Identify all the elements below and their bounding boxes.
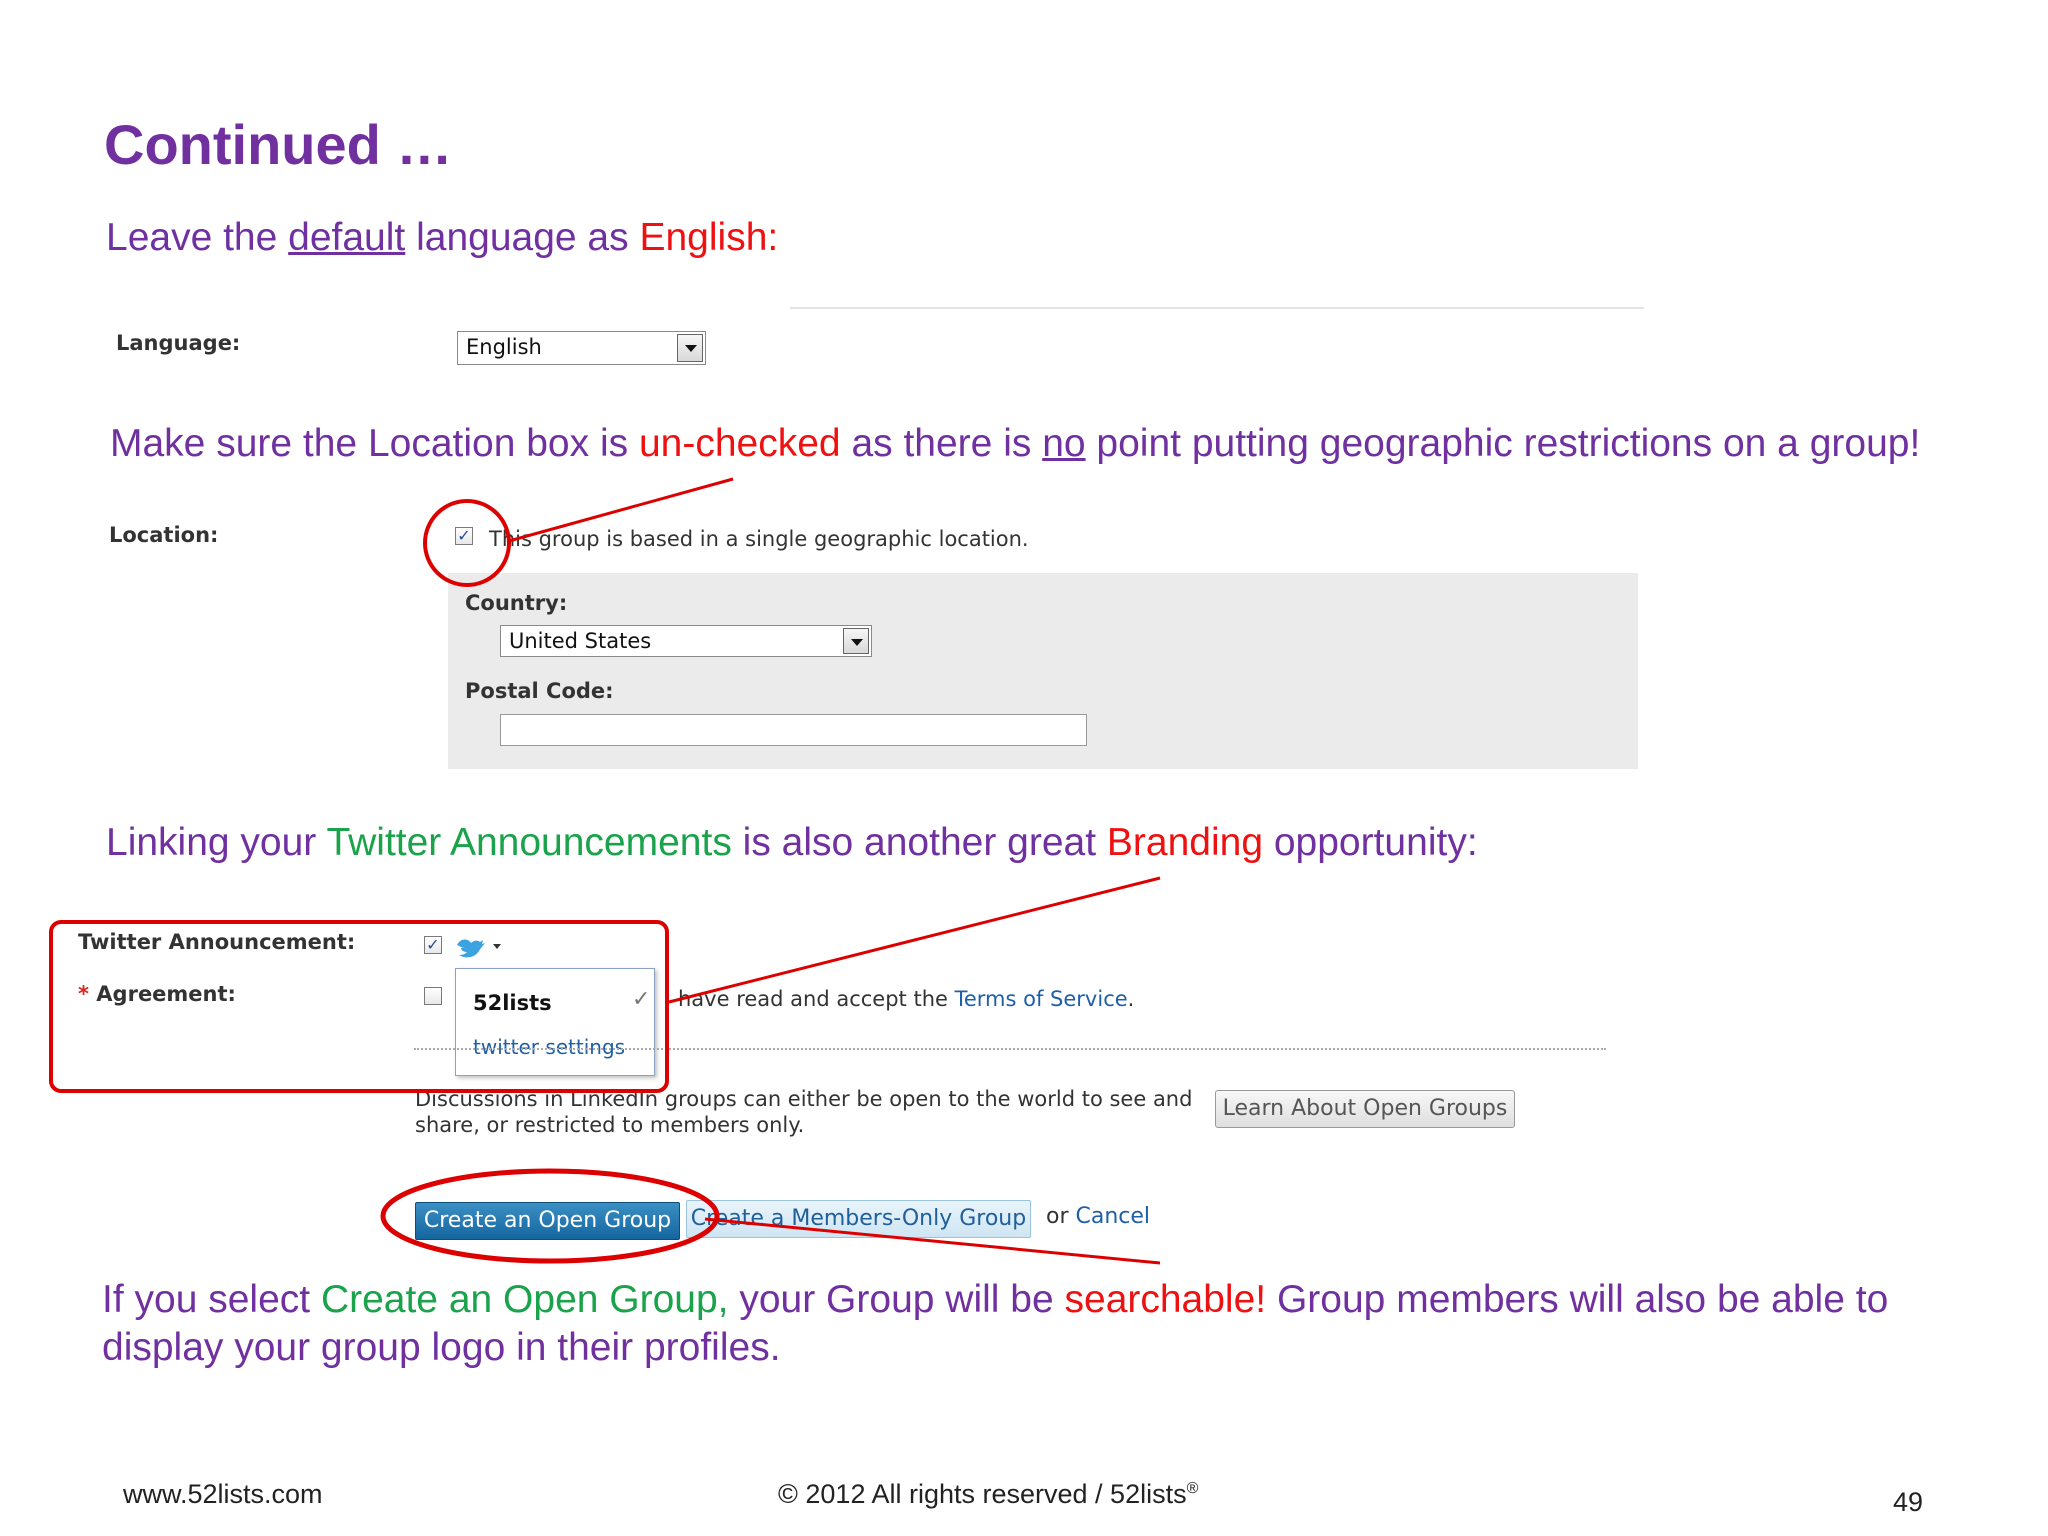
- footer-copyright: © 2012 All rights reserved / 52lists®: [778, 1479, 1198, 1510]
- page-number: 49: [1893, 1487, 1924, 1517]
- location-pointer-line: [508, 477, 734, 543]
- copyright-text: © 2012 All rights reserved / 52lists: [778, 1479, 1187, 1509]
- create-pointer-line: [704, 1217, 1161, 1265]
- registered-mark: ®: [1186, 1480, 1199, 1497]
- location-highlight-circle: [423, 499, 511, 587]
- annotation-overlay: [49, 477, 1161, 1265]
- create-open-group-circle: [380, 1168, 720, 1264]
- footer-website: www.52lists.com: [123, 1479, 323, 1509]
- twitter-highlight-box: [49, 920, 669, 1093]
- twitter-pointer-line: [668, 876, 1161, 1004]
